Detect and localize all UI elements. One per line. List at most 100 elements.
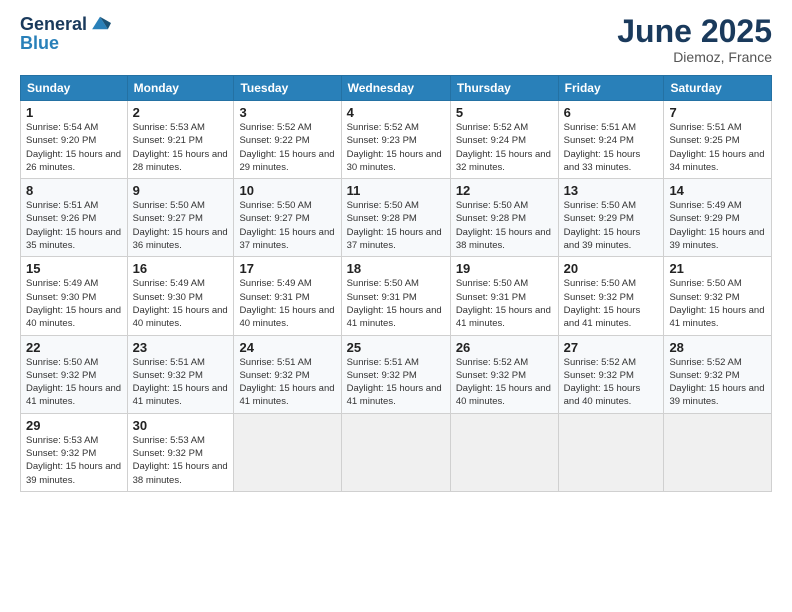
day-info: Sunrise: 5:50 AMSunset: 9:29 PMDaylight:…: [564, 199, 659, 252]
day-number: 13: [564, 183, 659, 198]
day-number: 9: [133, 183, 229, 198]
day-number: 6: [564, 105, 659, 120]
table-cell: 1Sunrise: 5:54 AMSunset: 9:20 PMDaylight…: [21, 101, 128, 179]
calendar-week-row: 22Sunrise: 5:50 AMSunset: 9:32 PMDayligh…: [21, 335, 772, 413]
calendar-header-row: Sunday Monday Tuesday Wednesday Thursday…: [21, 76, 772, 101]
day-number: 18: [347, 261, 445, 276]
col-wednesday: Wednesday: [341, 76, 450, 101]
calendar-table: Sunday Monday Tuesday Wednesday Thursday…: [20, 75, 772, 492]
calendar-week-row: 29Sunrise: 5:53 AMSunset: 9:32 PMDayligh…: [21, 413, 772, 491]
day-info: Sunrise: 5:50 AMSunset: 9:31 PMDaylight:…: [347, 277, 445, 330]
table-cell: 17Sunrise: 5:49 AMSunset: 9:31 PMDayligh…: [234, 257, 341, 335]
table-cell: 28Sunrise: 5:52 AMSunset: 9:32 PMDayligh…: [664, 335, 772, 413]
day-info: Sunrise: 5:53 AMSunset: 9:21 PMDaylight:…: [133, 121, 229, 174]
day-info: Sunrise: 5:53 AMSunset: 9:32 PMDaylight:…: [26, 434, 122, 487]
col-sunday: Sunday: [21, 76, 128, 101]
table-cell: 10Sunrise: 5:50 AMSunset: 9:27 PMDayligh…: [234, 179, 341, 257]
day-number: 5: [456, 105, 553, 120]
day-info: Sunrise: 5:51 AMSunset: 9:32 PMDaylight:…: [133, 356, 229, 409]
table-cell: 23Sunrise: 5:51 AMSunset: 9:32 PMDayligh…: [127, 335, 234, 413]
day-number: 30: [133, 418, 229, 433]
day-info: Sunrise: 5:52 AMSunset: 9:32 PMDaylight:…: [564, 356, 659, 409]
table-cell: 25Sunrise: 5:51 AMSunset: 9:32 PMDayligh…: [341, 335, 450, 413]
table-cell: [664, 413, 772, 491]
day-number: 28: [669, 340, 766, 355]
table-cell: 11Sunrise: 5:50 AMSunset: 9:28 PMDayligh…: [341, 179, 450, 257]
table-cell: 3Sunrise: 5:52 AMSunset: 9:22 PMDaylight…: [234, 101, 341, 179]
day-info: Sunrise: 5:51 AMSunset: 9:25 PMDaylight:…: [669, 121, 766, 174]
table-cell: 21Sunrise: 5:50 AMSunset: 9:32 PMDayligh…: [664, 257, 772, 335]
day-number: 23: [133, 340, 229, 355]
table-cell: 8Sunrise: 5:51 AMSunset: 9:26 PMDaylight…: [21, 179, 128, 257]
header: General Blue June 2025 Diemoz, France: [20, 15, 772, 65]
col-saturday: Saturday: [664, 76, 772, 101]
table-cell: 6Sunrise: 5:51 AMSunset: 9:24 PMDaylight…: [558, 101, 664, 179]
table-cell: 27Sunrise: 5:52 AMSunset: 9:32 PMDayligh…: [558, 335, 664, 413]
table-cell: 26Sunrise: 5:52 AMSunset: 9:32 PMDayligh…: [450, 335, 558, 413]
day-info: Sunrise: 5:52 AMSunset: 9:32 PMDaylight:…: [669, 356, 766, 409]
day-info: Sunrise: 5:51 AMSunset: 9:32 PMDaylight:…: [239, 356, 335, 409]
calendar-week-row: 15Sunrise: 5:49 AMSunset: 9:30 PMDayligh…: [21, 257, 772, 335]
day-info: Sunrise: 5:49 AMSunset: 9:31 PMDaylight:…: [239, 277, 335, 330]
table-cell: 13Sunrise: 5:50 AMSunset: 9:29 PMDayligh…: [558, 179, 664, 257]
month-title: June 2025: [617, 15, 772, 47]
day-number: 29: [26, 418, 122, 433]
day-number: 1: [26, 105, 122, 120]
day-info: Sunrise: 5:52 AMSunset: 9:23 PMDaylight:…: [347, 121, 445, 174]
title-block: June 2025 Diemoz, France: [617, 15, 772, 65]
logo: General Blue: [20, 15, 111, 54]
table-cell: 22Sunrise: 5:50 AMSunset: 9:32 PMDayligh…: [21, 335, 128, 413]
col-tuesday: Tuesday: [234, 76, 341, 101]
day-number: 2: [133, 105, 229, 120]
table-cell: 15Sunrise: 5:49 AMSunset: 9:30 PMDayligh…: [21, 257, 128, 335]
table-cell: [450, 413, 558, 491]
table-cell: [341, 413, 450, 491]
day-info: Sunrise: 5:49 AMSunset: 9:30 PMDaylight:…: [26, 277, 122, 330]
day-number: 27: [564, 340, 659, 355]
day-info: Sunrise: 5:50 AMSunset: 9:28 PMDaylight:…: [347, 199, 445, 252]
table-cell: 19Sunrise: 5:50 AMSunset: 9:31 PMDayligh…: [450, 257, 558, 335]
logo-blue: Blue: [20, 33, 111, 54]
day-number: 11: [347, 183, 445, 198]
day-info: Sunrise: 5:49 AMSunset: 9:29 PMDaylight:…: [669, 199, 766, 252]
table-cell: 29Sunrise: 5:53 AMSunset: 9:32 PMDayligh…: [21, 413, 128, 491]
day-info: Sunrise: 5:50 AMSunset: 9:27 PMDaylight:…: [239, 199, 335, 252]
table-cell: 30Sunrise: 5:53 AMSunset: 9:32 PMDayligh…: [127, 413, 234, 491]
calendar-week-row: 1Sunrise: 5:54 AMSunset: 9:20 PMDaylight…: [21, 101, 772, 179]
day-info: Sunrise: 5:50 AMSunset: 9:32 PMDaylight:…: [26, 356, 122, 409]
table-cell: 18Sunrise: 5:50 AMSunset: 9:31 PMDayligh…: [341, 257, 450, 335]
location: Diemoz, France: [617, 49, 772, 65]
table-cell: 20Sunrise: 5:50 AMSunset: 9:32 PMDayligh…: [558, 257, 664, 335]
table-cell: 12Sunrise: 5:50 AMSunset: 9:28 PMDayligh…: [450, 179, 558, 257]
table-cell: [558, 413, 664, 491]
day-info: Sunrise: 5:52 AMSunset: 9:22 PMDaylight:…: [239, 121, 335, 174]
day-number: 22: [26, 340, 122, 355]
day-info: Sunrise: 5:51 AMSunset: 9:32 PMDaylight:…: [347, 356, 445, 409]
day-info: Sunrise: 5:50 AMSunset: 9:32 PMDaylight:…: [564, 277, 659, 330]
logo-text: General: [20, 15, 87, 35]
table-cell: 4Sunrise: 5:52 AMSunset: 9:23 PMDaylight…: [341, 101, 450, 179]
day-number: 10: [239, 183, 335, 198]
day-info: Sunrise: 5:53 AMSunset: 9:32 PMDaylight:…: [133, 434, 229, 487]
day-info: Sunrise: 5:52 AMSunset: 9:32 PMDaylight:…: [456, 356, 553, 409]
day-number: 26: [456, 340, 553, 355]
day-info: Sunrise: 5:51 AMSunset: 9:24 PMDaylight:…: [564, 121, 659, 174]
col-monday: Monday: [127, 76, 234, 101]
day-info: Sunrise: 5:50 AMSunset: 9:31 PMDaylight:…: [456, 277, 553, 330]
day-info: Sunrise: 5:49 AMSunset: 9:30 PMDaylight:…: [133, 277, 229, 330]
day-number: 15: [26, 261, 122, 276]
page: General Blue June 2025 Diemoz, France Su…: [0, 0, 792, 612]
day-info: Sunrise: 5:50 AMSunset: 9:28 PMDaylight:…: [456, 199, 553, 252]
table-cell: 2Sunrise: 5:53 AMSunset: 9:21 PMDaylight…: [127, 101, 234, 179]
day-info: Sunrise: 5:51 AMSunset: 9:26 PMDaylight:…: [26, 199, 122, 252]
table-cell: 16Sunrise: 5:49 AMSunset: 9:30 PMDayligh…: [127, 257, 234, 335]
day-number: 24: [239, 340, 335, 355]
day-info: Sunrise: 5:50 AMSunset: 9:32 PMDaylight:…: [669, 277, 766, 330]
day-number: 7: [669, 105, 766, 120]
table-cell: 7Sunrise: 5:51 AMSunset: 9:25 PMDaylight…: [664, 101, 772, 179]
day-info: Sunrise: 5:52 AMSunset: 9:24 PMDaylight:…: [456, 121, 553, 174]
table-cell: 24Sunrise: 5:51 AMSunset: 9:32 PMDayligh…: [234, 335, 341, 413]
day-number: 20: [564, 261, 659, 276]
table-cell: 9Sunrise: 5:50 AMSunset: 9:27 PMDaylight…: [127, 179, 234, 257]
table-cell: [234, 413, 341, 491]
